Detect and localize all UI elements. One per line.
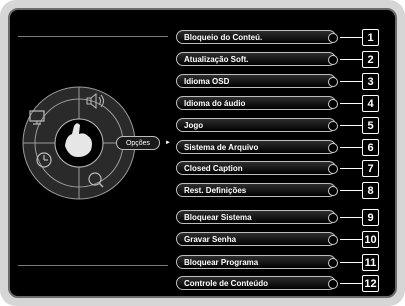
menu-item-label: Sistema de Arquivo (184, 143, 259, 152)
menu-item[interactable]: Bloquear Programa (176, 255, 338, 269)
menu-item-end-cap (328, 55, 338, 65)
callout-leader-line (340, 190, 362, 191)
menu-item[interactable]: Bloquear Sistema (176, 210, 338, 224)
menu-item-label: Bloquear Sistema (184, 213, 252, 222)
callout-number: 8 (362, 182, 379, 199)
menu-item-end-cap (328, 121, 338, 131)
menu-item[interactable]: Rest. Definições (176, 183, 338, 197)
menu-item[interactable]: Atualização Soft. (176, 52, 338, 66)
menu-item[interactable]: Sistema de Arquivo (176, 140, 338, 154)
menu-item-end-cap (328, 279, 338, 289)
callout-number: 3 (362, 73, 379, 90)
callout-leader-line (340, 217, 362, 218)
callout-leader-line (340, 125, 362, 126)
menu-item-label: Controle de Conteúdo (184, 279, 268, 288)
menu-item-end-cap (328, 186, 338, 196)
menu-item-label: Idioma do áudio (184, 99, 246, 108)
menu-item-label: Jogo (184, 121, 204, 130)
callout-leader-line (340, 59, 362, 60)
menu-item-label: Gravar Senha (184, 235, 237, 244)
menu-item-label: Idioma OSD (184, 77, 230, 86)
callout-number: 6 (362, 139, 379, 156)
menu-item-label: Bloqueio do Conteú. (184, 33, 263, 42)
menu-item[interactable]: Idioma do áudio (176, 96, 338, 110)
callout-number: 12 (362, 275, 379, 292)
menu-item[interactable]: Gravar Senha (176, 232, 338, 246)
callout-leader-line (340, 262, 362, 263)
menu-item-label: Closed Caption (184, 164, 243, 173)
callout-leader-line (340, 239, 362, 240)
menu-item-label: Bloquear Programa (184, 258, 259, 267)
menu-item-end-cap (328, 213, 338, 223)
callout-number: 2 (362, 51, 379, 68)
menu-item-end-cap (328, 258, 338, 268)
menu-item-end-cap (328, 164, 338, 174)
menu-item[interactable]: Bloqueio do Conteú. (176, 30, 338, 44)
menu-item-label: Rest. Definições (184, 186, 247, 195)
menu-item-end-cap (328, 235, 338, 245)
callout-leader-line (340, 37, 362, 38)
menu-item[interactable]: Closed Caption (176, 161, 338, 175)
menu-item-end-cap (328, 99, 338, 109)
menu-item-end-cap (328, 77, 338, 87)
menu-item[interactable]: Jogo (176, 118, 338, 132)
menu-item-label: Atualização Soft. (184, 55, 249, 64)
pointer-arrow-icon: ► (165, 140, 171, 146)
callout-number: 9 (362, 209, 379, 226)
callout-number: 5 (362, 117, 379, 134)
menu-item[interactable]: Controle de Conteúdo (176, 276, 338, 290)
callout-number: 10 (362, 231, 379, 248)
menu-item[interactable]: Idioma OSD (176, 74, 338, 88)
callout-leader-line (340, 81, 362, 82)
options-label[interactable]: Opções (116, 136, 160, 150)
menu-item-end-cap (328, 33, 338, 43)
callout-leader-line (340, 147, 362, 148)
callout-number: 7 (362, 160, 379, 177)
menu-item-end-cap (328, 143, 338, 153)
callout-leader-line (340, 283, 362, 284)
callout-number: 4 (362, 95, 379, 112)
callout-number: 1 (362, 29, 379, 46)
callout-leader-line (340, 103, 362, 104)
callout-leader-line (340, 168, 362, 169)
callout-number: 11 (362, 254, 379, 271)
